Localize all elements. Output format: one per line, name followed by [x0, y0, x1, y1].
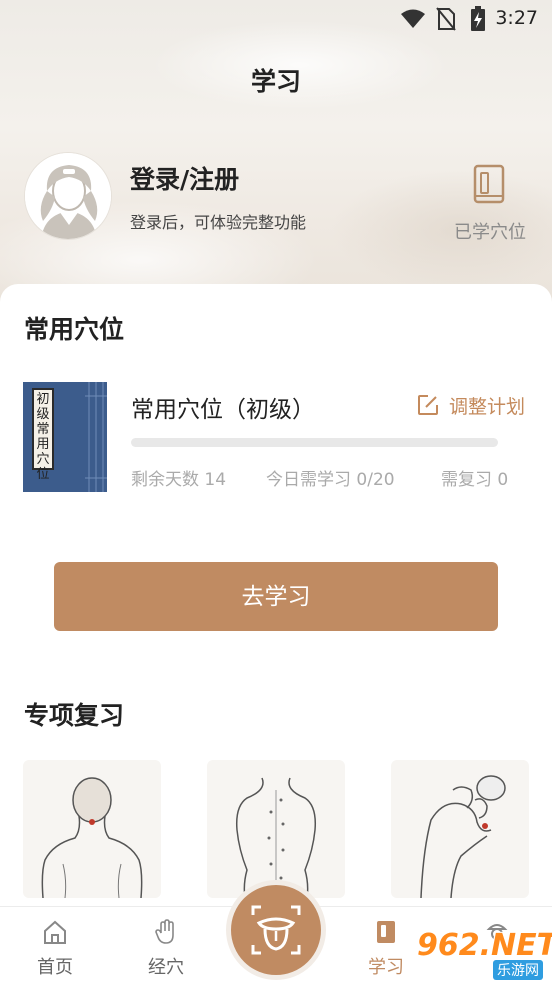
- section-title-special-review: 专项复习: [24, 701, 125, 730]
- watermark-text: 962.NET: [417, 928, 552, 963]
- learned-points-label: 已学穴位: [454, 222, 526, 243]
- tongue-scan-button[interactable]: [226, 880, 326, 980]
- tab-jingxue-label: 经穴: [148, 957, 184, 978]
- tab-home-label: 首页: [37, 957, 73, 978]
- learned-points-button[interactable]: 已学穴位: [444, 160, 536, 250]
- book-binding-lines: [85, 382, 107, 492]
- go-study-button[interactable]: 去学习: [54, 562, 498, 631]
- tongue-scan-icon: [251, 905, 301, 955]
- book-icon: [377, 921, 395, 943]
- tab-jingxue[interactable]: 经穴: [121, 907, 211, 981]
- need-review-stat: 需复习 0: [441, 470, 509, 490]
- wifi-icon: [401, 9, 425, 28]
- foot-acupoint-card[interactable]: [391, 760, 529, 898]
- battery-charging-icon: [471, 6, 485, 31]
- no-sim-icon: [436, 7, 456, 31]
- watermark-logo: 962.NET 乐游网: [413, 928, 552, 980]
- plan-title: 常用穴位（初级）: [131, 397, 315, 423]
- login-hint: 登录后，可体验完整功能: [130, 213, 307, 232]
- status-bar: 3:27: [0, 0, 552, 38]
- watermark-subtext: 乐游网: [493, 960, 543, 980]
- study-progress-bar: [131, 438, 498, 447]
- palm-icon: [155, 919, 174, 944]
- neck-illustration-icon: [41, 777, 143, 898]
- foot-illustration-icon: [420, 775, 506, 898]
- status-time: 3:27: [495, 7, 538, 29]
- tab-home[interactable]: 首页: [10, 907, 100, 981]
- edit-icon: [418, 395, 438, 415]
- adjust-plan-label: 调整计划: [449, 396, 526, 418]
- book-icon: [473, 164, 505, 204]
- avatar[interactable]: [24, 152, 112, 240]
- book-cover-image[interactable]: 初级常用穴位: [23, 382, 107, 492]
- back-acupoint-card[interactable]: [207, 760, 345, 898]
- home-icon: [44, 920, 66, 944]
- neck-acupoint-card[interactable]: [23, 760, 161, 898]
- book-cover-label: 初级常用穴位: [32, 388, 54, 482]
- back-illustration-icon: [235, 777, 317, 898]
- login-register-link[interactable]: 登录/注册: [130, 160, 239, 196]
- today-study-stat: 今日需学习 0/20: [266, 470, 395, 490]
- book-cover-text: 初级常用穴位: [36, 392, 50, 482]
- section-title-common-points: 常用穴位: [24, 315, 125, 344]
- page-title: 学习: [250, 67, 301, 96]
- remaining-days-stat: 剩余天数 14: [131, 470, 227, 490]
- user-avatar-icon: [25, 153, 111, 239]
